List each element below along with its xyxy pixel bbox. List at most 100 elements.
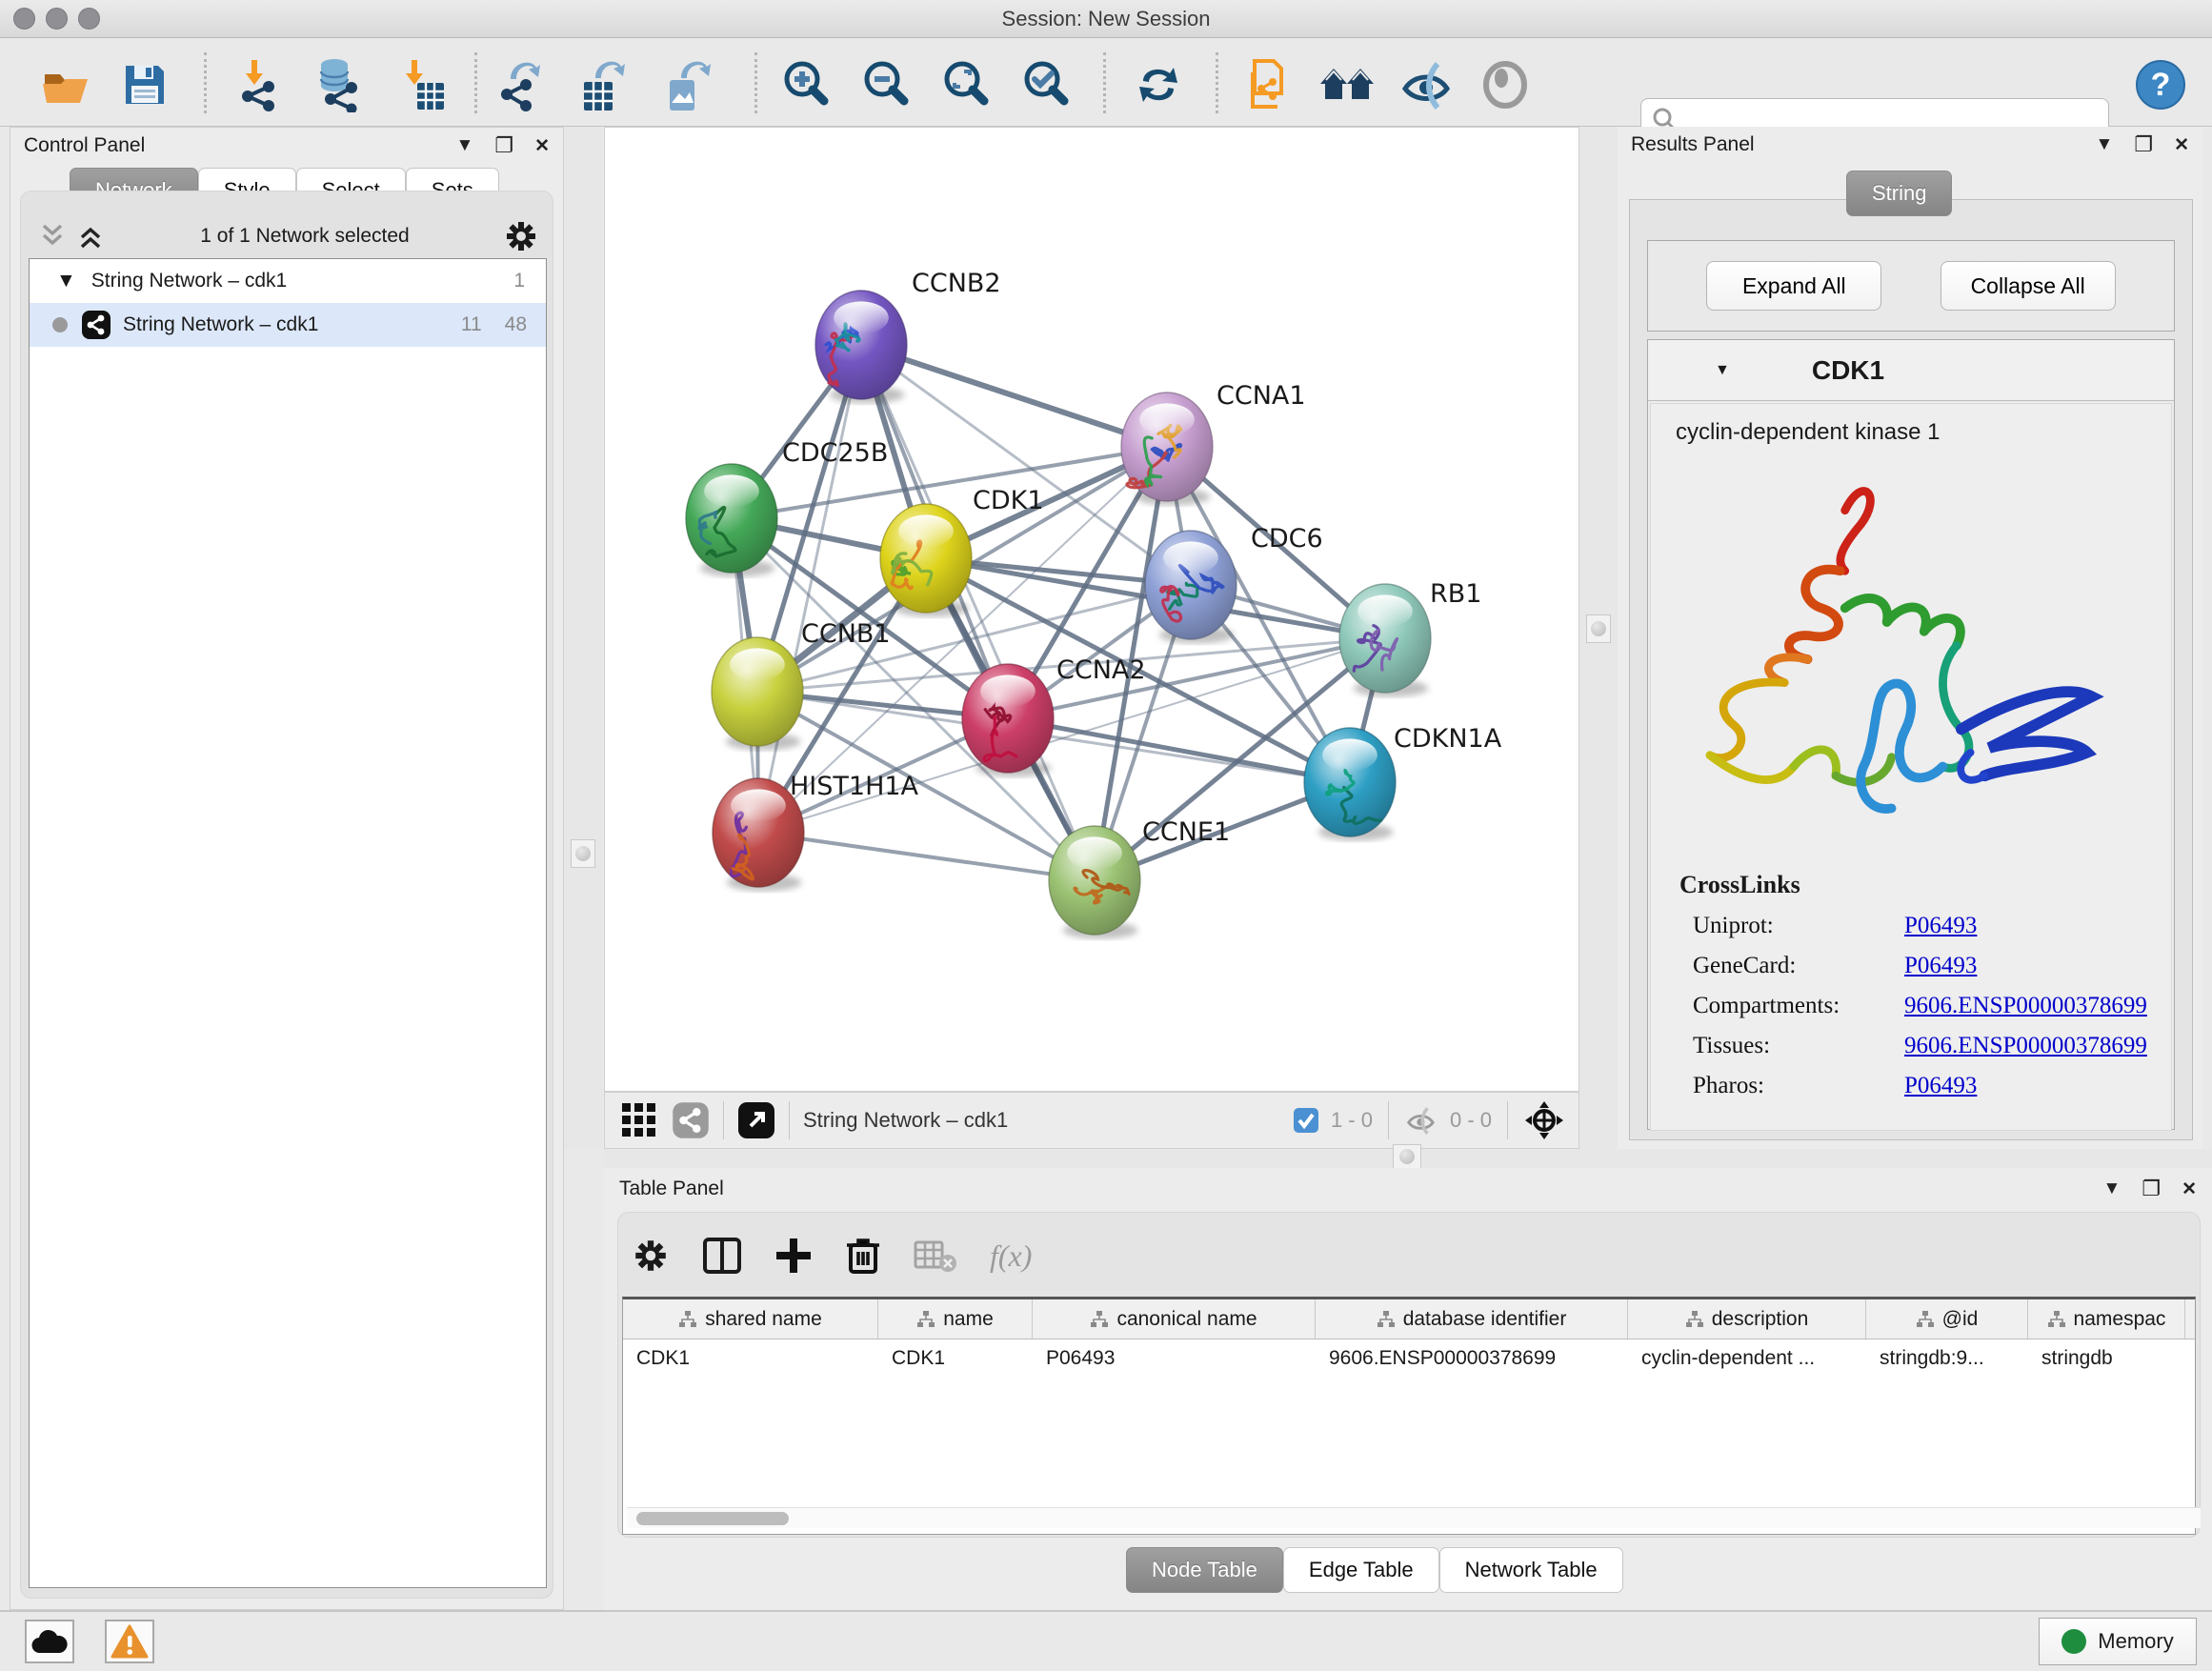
hidden-eye-icon[interactable] bbox=[1404, 1106, 1438, 1135]
table-cell[interactable]: CDK1 bbox=[623, 1339, 878, 1378]
protein-section-header[interactable]: ▼ CDK1 bbox=[1648, 340, 2174, 401]
string-home-button[interactable] bbox=[1318, 56, 1376, 113]
inactive-eye-button[interactable] bbox=[1477, 56, 1534, 113]
node-CCNB1[interactable] bbox=[712, 637, 803, 751]
network-tree-child-row[interactable]: String Network – cdk1 11 48 bbox=[30, 303, 546, 347]
open-in-new-icon[interactable] bbox=[737, 1101, 775, 1139]
grid-view-icon[interactable] bbox=[620, 1101, 658, 1139]
table-panel-float-icon[interactable]: ❐ bbox=[2142, 1177, 2161, 1201]
zoom-in-button[interactable] bbox=[777, 56, 835, 113]
refresh-layout-button[interactable] bbox=[1130, 56, 1187, 113]
table-tab-edge-table[interactable]: Edge Table bbox=[1283, 1547, 1439, 1593]
table-gear-icon[interactable] bbox=[632, 1237, 670, 1275]
column-header-namespac[interactable]: namespac bbox=[2028, 1299, 2185, 1339]
crosslink-link[interactable]: P06493 bbox=[1904, 1073, 1977, 1099]
edge-HIST1H1A-CCNE1[interactable] bbox=[758, 833, 1095, 880]
column-header-shared-name[interactable]: shared name bbox=[623, 1299, 878, 1339]
network-graph[interactable]: CCNB2CCNA1CDC25BCDK1CDC6RB1CCNB1CCNA2CDK… bbox=[605, 128, 1579, 1091]
crosslink-link[interactable]: 9606.ENSP00000378699 bbox=[1904, 993, 2147, 1019]
crosslink-row: Compartments:9606.ENSP00000378699 bbox=[1693, 993, 2171, 1019]
cloud-button[interactable] bbox=[25, 1620, 74, 1663]
table-cell[interactable]: stringdb:9... bbox=[1866, 1339, 2028, 1378]
import-network-file-button[interactable] bbox=[232, 56, 290, 113]
birds-eye-crosshair-icon[interactable] bbox=[1523, 1099, 1565, 1141]
table-panel-close-icon[interactable]: ✕ bbox=[2182, 1178, 2197, 1200]
edge-CCNA2-CDKN1A[interactable] bbox=[1008, 718, 1350, 782]
zoom-out-button[interactable] bbox=[857, 56, 915, 113]
horizontal-splitter[interactable] bbox=[604, 1149, 2212, 1168]
section-expander-icon[interactable]: ▼ bbox=[1715, 362, 1730, 379]
zoom-selected-button[interactable] bbox=[1017, 56, 1075, 113]
results-panel-close-icon[interactable]: ✕ bbox=[2174, 134, 2189, 156]
control-panel: Control Panel ▼ ❐ ✕ NetworkStyleSelectSe… bbox=[10, 127, 564, 1610]
node-CDC25B[interactable] bbox=[686, 464, 777, 577]
crosslink-link[interactable]: P06493 bbox=[1904, 953, 1977, 979]
horizontal-splitter-handle[interactable] bbox=[1393, 1144, 1421, 1169]
gear-icon[interactable] bbox=[503, 218, 539, 254]
expand-all-button[interactable]: Expand All bbox=[1706, 261, 1881, 311]
column-header--id[interactable]: @id bbox=[1866, 1299, 2028, 1339]
export-table-button[interactable] bbox=[575, 56, 633, 113]
svg-text:?: ? bbox=[2151, 67, 2171, 103]
table-cell[interactable]: CDK1 bbox=[878, 1339, 1033, 1378]
network-view-share-icon[interactable] bbox=[672, 1101, 710, 1139]
table-tab-node-table[interactable]: Node Table bbox=[1126, 1547, 1283, 1593]
collapse-all-button[interactable]: Collapse All bbox=[1941, 261, 2116, 311]
node-CCNE1[interactable] bbox=[1049, 826, 1140, 939]
results-panel-collapse-icon[interactable]: ▼ bbox=[2096, 134, 2114, 155]
zoom-fit-button[interactable] bbox=[937, 56, 995, 113]
crosslink-link[interactable]: P06493 bbox=[1904, 913, 1977, 939]
import-network-database-button[interactable] bbox=[309, 56, 366, 113]
results-panel-float-icon[interactable]: ❐ bbox=[2134, 132, 2153, 157]
show-columns-icon[interactable] bbox=[702, 1236, 742, 1276]
control-panel-collapse-icon[interactable]: ▼ bbox=[456, 135, 474, 156]
export-image-button[interactable] bbox=[659, 56, 716, 113]
selected-checkbox-icon[interactable] bbox=[1293, 1107, 1319, 1134]
node-RB1[interactable] bbox=[1339, 584, 1431, 697]
control-panel-close-icon[interactable]: ✕ bbox=[534, 135, 550, 157]
table-horizontal-scrollbar[interactable] bbox=[627, 1507, 2201, 1528]
left-splitter-handle[interactable] bbox=[571, 839, 595, 868]
collapse-all-icon[interactable] bbox=[36, 222, 69, 251]
right-splitter[interactable] bbox=[1579, 127, 1618, 1149]
help-button[interactable]: ? bbox=[2132, 56, 2189, 113]
scrollbar-thumb[interactable] bbox=[636, 1512, 789, 1525]
show-hide-button[interactable] bbox=[1398, 56, 1456, 113]
export-network-button[interactable] bbox=[495, 56, 553, 113]
save-session-button[interactable] bbox=[116, 56, 173, 113]
import-table-file-button[interactable] bbox=[392, 56, 450, 113]
add-column-icon[interactable] bbox=[774, 1237, 813, 1275]
table-cell[interactable]: P06493 bbox=[1033, 1339, 1316, 1378]
tree-expander-icon[interactable]: ▼ bbox=[56, 270, 76, 292]
expand-all-icon[interactable] bbox=[74, 222, 107, 251]
table-cell[interactable]: cyclin-dependent ... bbox=[1628, 1339, 1866, 1378]
warning-button[interactable] bbox=[105, 1620, 154, 1663]
node-CDK1[interactable] bbox=[880, 504, 972, 617]
table-cell[interactable]: 9606.ENSP00000378699 bbox=[1316, 1339, 1628, 1378]
delete-column-icon[interactable] bbox=[845, 1236, 881, 1276]
table-row[interactable]: CDK1CDK1P064939606.ENSP00000378699cyclin… bbox=[623, 1339, 2195, 1378]
edge-CCNB2-CCNA1[interactable] bbox=[861, 345, 1167, 447]
column-header-name[interactable]: name bbox=[878, 1299, 1033, 1339]
control-panel-float-icon[interactable]: ❐ bbox=[494, 133, 513, 158]
node-CDKN1A[interactable] bbox=[1304, 728, 1396, 841]
column-header-canonical-name[interactable]: canonical name bbox=[1033, 1299, 1316, 1339]
left-splitter[interactable] bbox=[564, 127, 602, 1149]
crosslink-link[interactable]: 9606.ENSP00000378699 bbox=[1904, 1033, 2147, 1059]
network-canvas[interactable]: CCNB2CCNA1CDC25BCDK1CDC6RB1CCNB1CCNA2CDK… bbox=[604, 127, 1579, 1092]
results-panel: Results Panel ▼ ❐ ✕ String Expand All Co… bbox=[1618, 127, 2202, 1149]
memory-button[interactable]: Memory bbox=[2039, 1618, 2197, 1665]
column-header-description[interactable]: description bbox=[1628, 1299, 1866, 1339]
table-cell[interactable]: stringdb bbox=[2028, 1339, 2185, 1378]
table-tab-network-table[interactable]: Network Table bbox=[1439, 1547, 1623, 1593]
edge-CCNB2-HIST1H1A[interactable] bbox=[758, 345, 861, 833]
column-header-database-identifier[interactable]: database identifier bbox=[1316, 1299, 1628, 1339]
network-tree-root-row[interactable]: ▼ String Network – cdk1 1 bbox=[30, 259, 546, 303]
network-item-label: String Network – cdk1 bbox=[123, 313, 318, 336]
right-splitter-handle[interactable] bbox=[1586, 614, 1611, 643]
table-panel-collapse-icon[interactable]: ▼ bbox=[2103, 1178, 2122, 1199]
results-tab-string[interactable]: String bbox=[1846, 171, 1952, 216]
string-protein-query-button[interactable] bbox=[1240, 56, 1297, 113]
open-session-button[interactable] bbox=[36, 56, 93, 113]
node-CCNA1[interactable] bbox=[1121, 393, 1213, 506]
